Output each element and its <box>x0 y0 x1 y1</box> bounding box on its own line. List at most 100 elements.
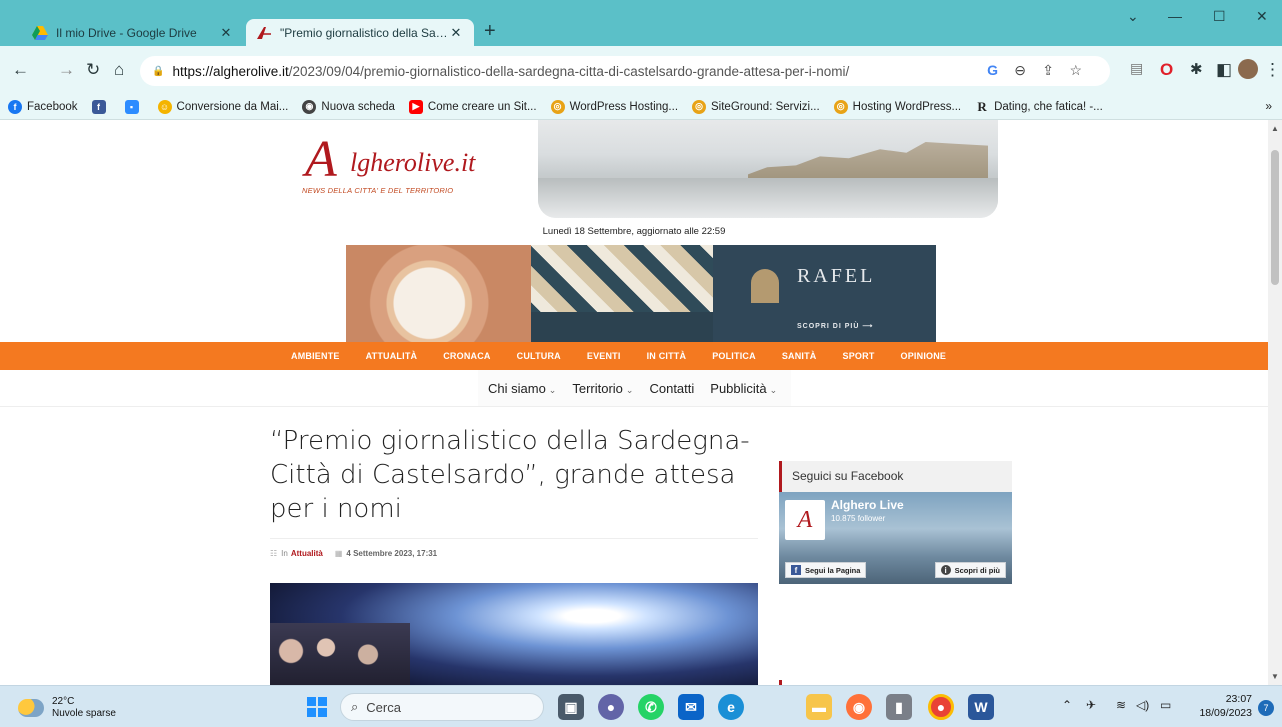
dateline: Lunedì 18 Settembre, aggiornato alle 22:… <box>542 226 726 237</box>
file-explorer-icon[interactable]: ▬ <box>806 694 832 720</box>
windows-start-button[interactable] <box>304 694 330 720</box>
nav-item-attualita[interactable]: ATTUALITÀ <box>366 351 418 361</box>
banner-brand-panel: RAFEL SCOPRI DI PIÙ ⟶ <box>713 245 936 342</box>
nav-item-in-citta[interactable]: IN CITTÀ <box>647 351 687 361</box>
extensions-puzzle-icon[interactable]: ✱ <box>1190 60 1203 78</box>
new-tab-button[interactable]: + <box>484 20 496 43</box>
bookmark-star-icon[interactable]: ☆ <box>1069 62 1082 79</box>
url-bar[interactable]: 🔒 https://algherolive.it/2023/09/04/prem… <box>140 56 1110 86</box>
taskbar-search[interactable]: ⌕ Cerca <box>340 693 544 721</box>
search-placeholder: Cerca <box>366 699 401 715</box>
nav-item-politica[interactable]: POLITICA <box>712 351 756 361</box>
bookmark-zoom[interactable]: ▪ <box>124 99 144 114</box>
maximize-button[interactable]: ☐ <box>1213 8 1226 25</box>
banner-restaurant-image <box>531 245 713 342</box>
wifi-icon[interactable]: ≋ <box>1116 698 1126 712</box>
tab-search-icon[interactable]: ⌄ <box>1127 8 1139 25</box>
bookmark-hosting-wordpress[interactable]: ◎ Hosting WordPress... <box>833 99 961 114</box>
info-icon: i <box>940 565 951 575</box>
weather-widget[interactable]: 22°C Nuvole sparse <box>18 696 116 720</box>
close-tab-icon[interactable]: ✕ <box>218 25 234 41</box>
bookmark-nuova-scheda[interactable]: ◉ Nuova scheda <box>302 99 395 114</box>
banner-brand-name: RAFEL <box>797 265 876 287</box>
header-photo-alghero <box>538 120 998 218</box>
nav-item-cultura[interactable]: CULTURA <box>517 351 561 361</box>
bookmark-dating[interactable]: R Dating, che fatica! -... <box>975 99 1103 114</box>
page-avatar[interactable]: A <box>785 500 825 540</box>
minimize-button[interactable]: — <box>1168 8 1182 24</box>
notification-badge[interactable]: 7 <box>1258 700 1274 716</box>
nav-item-sport[interactable]: SPORT <box>843 351 875 361</box>
system-clock[interactable]: 23:07 18/09/2023 <box>1190 692 1252 720</box>
bookmark-conversione[interactable]: ☺ Conversione da Mai... <box>157 99 289 114</box>
task-view-icon[interactable]: ▣ <box>558 694 584 720</box>
side-panel-icon[interactable]: ◧ <box>1216 60 1232 80</box>
main-nav: AMBIENTE ATTUALITÀ CRONACA CULTURA EVENT… <box>0 342 1268 370</box>
page-name[interactable]: Alghero Live <box>831 498 904 512</box>
chrome-taskbar-icon[interactable]: ● <box>928 694 954 720</box>
edge-icon[interactable]: e <box>718 694 744 720</box>
teams-chat-icon[interactable]: ● <box>598 694 624 720</box>
learn-more-button[interactable]: i Scopri di più <box>934 562 1006 578</box>
bookmark-label: Dating, che fatica! -... <box>994 100 1103 113</box>
opera-extension-icon[interactable]: O <box>1160 60 1173 80</box>
menu-kebab-icon[interactable]: ⋮ <box>1264 60 1281 80</box>
calendar-icon: ▦ <box>334 549 343 558</box>
reload-icon[interactable]: ↻ <box>86 60 100 80</box>
more-bookmarks-button[interactable]: » <box>1265 99 1272 113</box>
article-category-link[interactable]: Attualità <box>291 549 323 558</box>
site-logo[interactable]: A lgherolive.it NEWS DELLA CITTA' E DEL … <box>300 130 520 200</box>
subnav-chi-siamo[interactable]: Chi siamo ⌄ <box>488 381 556 396</box>
emoji-icon: ☺ <box>157 99 172 114</box>
mail-icon[interactable]: ✉ <box>678 694 704 720</box>
home-icon[interactable]: ⌂ <box>114 60 124 80</box>
lock-icon[interactable]: 🔒 <box>152 66 164 77</box>
tab-google-drive[interactable]: Il mio Drive - Google Drive ✕ <box>22 19 244 46</box>
nav-item-eventi[interactable]: EVENTI <box>587 351 621 361</box>
microphone-app-icon[interactable]: ▮ <box>886 694 912 720</box>
subnav-territorio[interactable]: Territorio ⌄ <box>572 381 633 396</box>
subnav-pubblicita[interactable]: Pubblicità ⌄ <box>710 381 777 396</box>
location-off-icon[interactable]: ✈ <box>1086 698 1096 712</box>
zoom-icon[interactable]: ⊖ <box>1014 62 1026 79</box>
bookmark-facebook[interactable]: f Facebook <box>8 99 78 114</box>
google-drive-icon <box>32 25 48 40</box>
facebook-page-card[interactable]: A Alghero Live 10.875 follower f Segui la… <box>779 492 1012 584</box>
banner-cta[interactable]: SCOPRI DI PIÙ ⟶ <box>797 322 873 330</box>
nav-item-opinione[interactable]: OPINIONE <box>901 351 947 361</box>
tab-article[interactable]: "Premio giornalistico della Sardegna-Cit… <box>246 19 474 46</box>
subnav-contatti[interactable]: Contatti <box>649 381 694 396</box>
tab-title: "Premio giornalistico della Sardegna-Cit… <box>280 25 448 40</box>
nav-item-cronaca[interactable]: CRONACA <box>443 351 490 361</box>
whatsapp-icon[interactable]: ✆ <box>638 694 664 720</box>
article-meta: ☷ In Attualità ▦ 4 Settembre 2023, 17:31 <box>270 549 437 558</box>
word-icon[interactable]: W <box>968 694 994 720</box>
battery-icon[interactable]: ▭ <box>1160 698 1171 712</box>
bookmark-wordpress-hosting[interactable]: ◎ WordPress Hosting... <box>550 99 678 114</box>
bookmark-youtube[interactable]: ▶ Come creare un Sit... <box>408 99 537 114</box>
follow-page-button[interactable]: f Segui la Pagina <box>785 562 867 578</box>
back-arrow-icon[interactable]: ← <box>12 60 29 80</box>
close-window-button[interactable]: ✕ <box>1256 8 1268 25</box>
scroll-down-icon[interactable]: ▼ <box>1271 672 1279 681</box>
ad-banner[interactable]: RAFEL SCOPRI DI PIÙ ⟶ <box>346 245 936 342</box>
bookmark-siteground[interactable]: ◎ SiteGround: Servizi... <box>692 99 820 114</box>
scroll-up-icon[interactable]: ▲ <box>1271 124 1279 133</box>
page-scrollbar[interactable]: ▲ ▼ <box>1268 120 1282 685</box>
chevron-up-icon[interactable]: ⌃ <box>1062 698 1072 712</box>
scrollbar-thumb[interactable] <box>1271 150 1279 285</box>
bookmark-label: Conversione da Mai... <box>176 100 289 113</box>
volume-icon[interactable]: ◁) <box>1136 698 1149 712</box>
nav-item-ambiente[interactable]: AMBIENTE <box>291 351 340 361</box>
chevron-down-icon: ⌄ <box>625 384 634 395</box>
share-icon[interactable]: ⇪ <box>1042 62 1054 79</box>
profile-avatar[interactable] <box>1238 59 1258 79</box>
nav-item-sanita[interactable]: SANITÀ <box>782 351 817 361</box>
google-translate-icon[interactable]: G <box>987 62 998 78</box>
bookmark-facebook-square[interactable]: f <box>91 99 111 114</box>
firefox-icon[interactable]: ◉ <box>846 694 872 720</box>
facebook-square-icon: f <box>91 99 106 114</box>
extension-icon[interactable]: ▤ <box>1130 60 1143 77</box>
forward-arrow-icon[interactable]: → <box>58 60 75 80</box>
close-tab-icon[interactable]: ✕ <box>448 25 464 41</box>
